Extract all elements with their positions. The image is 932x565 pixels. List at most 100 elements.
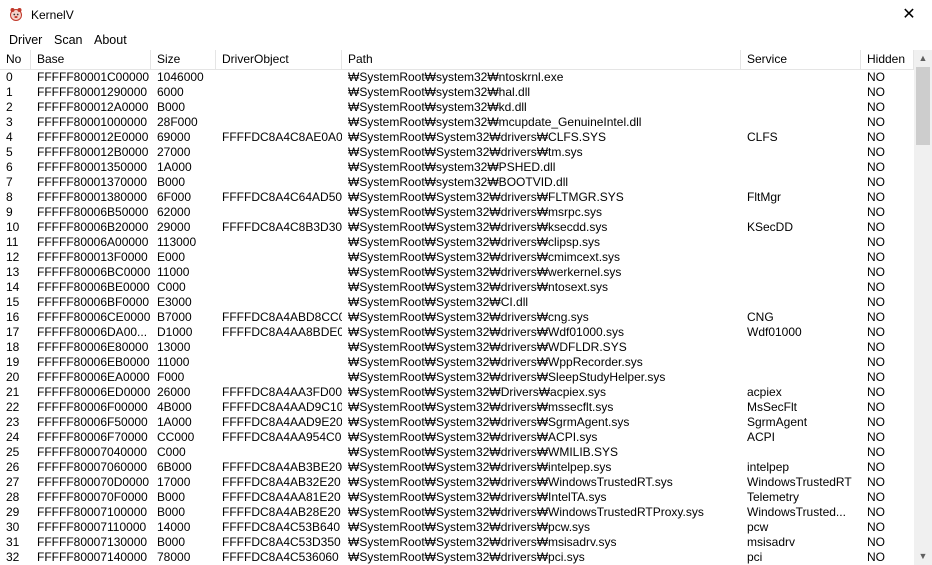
menu-driver[interactable]: Driver bbox=[9, 33, 42, 47]
column-header-size[interactable]: Size bbox=[151, 50, 216, 69]
cell-size: CC000 bbox=[157, 430, 195, 444]
cell-base: FFFFF80006DA00... bbox=[37, 325, 148, 339]
table-row[interactable]: 30 FFFFF80007110000 14000 FFFFDC8A4C53B640 ₩… bbox=[0, 520, 914, 535]
table-row[interactable]: 24 FFFFF80006F70000 CC000 FFFFDC8A4AA954C0 ₩… bbox=[0, 430, 914, 445]
cell-no: 11 bbox=[6, 235, 19, 249]
table-row[interactable]: 14 FFFFF80006BE0000 C000 ₩SystemRoot₩System… bbox=[0, 280, 914, 295]
cell-hidden: NO bbox=[867, 220, 885, 234]
cell-no: 1 bbox=[6, 85, 13, 99]
column-header-no[interactable]: No bbox=[0, 50, 31, 69]
cell-hidden: NO bbox=[867, 145, 885, 159]
table-row[interactable]: 7 FFFFF80001370000 B000 ₩SystemRoot₩system3… bbox=[0, 175, 914, 190]
cell-hidden: NO bbox=[867, 85, 885, 99]
scroll-up-icon[interactable]: ▲ bbox=[914, 50, 932, 67]
table-row[interactable]: 0 FFFFF80001C00000 1046000 ₩SystemRoot₩syst… bbox=[0, 70, 914, 85]
cell-size: B000 bbox=[157, 535, 186, 549]
cell-no: 17 bbox=[6, 325, 20, 339]
menu-scan[interactable]: Scan bbox=[54, 33, 83, 47]
vertical-scrollbar[interactable]: ▲ ▼ bbox=[914, 50, 932, 565]
table-row[interactable]: 21 FFFFF80006ED0000 26000 FFFFDC8A4AA3FD00 ₩… bbox=[0, 385, 914, 400]
cell-size: 26000 bbox=[157, 385, 191, 399]
cell-hidden: NO bbox=[867, 445, 885, 459]
cell-base: FFFFF80006B50000 bbox=[37, 205, 149, 219]
cell-path: ₩SystemRoot₩System32₩drivers₩tm.sys bbox=[348, 145, 583, 159]
cell-path: ₩SystemRoot₩System32₩drivers₩SgrmAgent.s… bbox=[348, 415, 630, 429]
cell-base: FFFFF80006CE0000 bbox=[37, 310, 151, 324]
table-row[interactable]: 12 FFFFF800013F0000 E000 ₩SystemRoot₩System… bbox=[0, 250, 914, 265]
table-row[interactable]: 2 FFFFF800012A0000 B000 ₩SystemRoot₩system3… bbox=[0, 100, 914, 115]
cell-no: 30 bbox=[6, 520, 20, 534]
table-row[interactable]: 9 FFFFF80006B50000 62000 ₩SystemRoot₩System… bbox=[0, 205, 914, 220]
cell-no: 13 bbox=[6, 265, 20, 279]
table-row[interactable]: 19 FFFFF80006EB0000 11000 ₩SystemRoot₩Syste… bbox=[0, 355, 914, 370]
table-row[interactable]: 22 FFFFF80006F00000 4B000 FFFFDC8A4AAD9C10 ₩… bbox=[0, 400, 914, 415]
cell-size: 6B000 bbox=[157, 460, 192, 474]
cell-base: FFFFF800013F0000 bbox=[37, 250, 148, 264]
cell-no: 12 bbox=[6, 250, 20, 264]
cell-no: 5 bbox=[6, 145, 13, 159]
table-row[interactable]: 3 FFFFF80001000000 28F000 ₩SystemRoot₩syste… bbox=[0, 115, 914, 130]
cell-driverobject: FFFFDC8A4AAD9C10 bbox=[222, 400, 342, 414]
driver-list[interactable]: No Base Size DriverObject Path Service H… bbox=[0, 50, 932, 565]
column-header-driverobject[interactable]: DriverObject bbox=[216, 50, 342, 69]
cell-hidden: NO bbox=[867, 550, 885, 564]
table-row[interactable]: 28 FFFFF800070F0000 B000 FFFFDC8A4AA81E20 ₩S… bbox=[0, 490, 914, 505]
menu-about[interactable]: About bbox=[94, 33, 127, 47]
cell-size: D1000 bbox=[157, 325, 193, 339]
column-header-base[interactable]: Base bbox=[31, 50, 151, 69]
table-row[interactable]: 27 FFFFF800070D0000 17000 FFFFDC8A4AB32E20 ₩… bbox=[0, 475, 914, 490]
cell-driverobject bbox=[216, 280, 342, 295]
cell-path: ₩SystemRoot₩System32₩drivers₩pci.sys bbox=[348, 550, 585, 564]
table-row[interactable]: 1 FFFFF80001290000 6000 ₩SystemRoot₩system3… bbox=[0, 85, 914, 100]
table-row[interactable]: 20 FFFFF80006EA0000 F000 ₩SystemRoot₩System… bbox=[0, 370, 914, 385]
cell-driverobject: FFFFDC8A4ABD8CC0 bbox=[222, 310, 342, 324]
cell-driverobject bbox=[216, 100, 342, 115]
table-row[interactable]: 15 FFFFF80006BF0000 E3000 ₩SystemRoot₩Syste… bbox=[0, 295, 914, 310]
cell-base: FFFFF80006BF0000 bbox=[37, 295, 150, 309]
list-header: No Base Size DriverObject Path Service H… bbox=[0, 50, 914, 70]
cell-path: ₩SystemRoot₩System32₩drivers₩mssecflt.sy… bbox=[348, 400, 614, 414]
cell-service bbox=[741, 250, 861, 265]
column-header-path[interactable]: Path bbox=[342, 50, 741, 69]
table-row[interactable]: 29 FFFFF80007100000 B000 FFFFDC8A4AB28E20 ₩S… bbox=[0, 505, 914, 520]
cell-driverobject bbox=[216, 265, 342, 280]
table-row[interactable]: 26 FFFFF80007060000 6B000 FFFFDC8A4AB3BE20 ₩… bbox=[0, 460, 914, 475]
cell-size: E000 bbox=[157, 250, 186, 264]
cell-hidden: NO bbox=[867, 370, 885, 384]
cell-base: FFFFF80006BC0000 bbox=[37, 265, 151, 279]
column-header-hidden[interactable]: Hidden bbox=[861, 50, 914, 69]
table-row[interactable]: 8 FFFFF80001380000 6F000 FFFFDC8A4C64AD50 ₩S… bbox=[0, 190, 914, 205]
cell-driverobject bbox=[216, 175, 342, 190]
cell-no: 2 bbox=[6, 100, 13, 114]
table-row[interactable]: 31 FFFFF80007130000 B000 FFFFDC8A4C53D350 ₩S… bbox=[0, 535, 914, 550]
scroll-down-icon[interactable]: ▼ bbox=[914, 548, 932, 565]
close-icon[interactable]: ✕ bbox=[886, 0, 932, 30]
cell-size: 13000 bbox=[157, 340, 191, 354]
cell-size: B000 bbox=[157, 505, 186, 519]
cell-driverobject bbox=[216, 85, 342, 100]
table-row[interactable]: 23 FFFFF80006F50000 1A000 FFFFDC8A4AAD9E20 ₩… bbox=[0, 415, 914, 430]
table-row[interactable]: 11 FFFFF80006A00000 113000 ₩SystemRoot₩Syst… bbox=[0, 235, 914, 250]
cell-no: 14 bbox=[6, 280, 20, 294]
cell-size: 1A000 bbox=[157, 160, 192, 174]
table-row[interactable]: 6 FFFFF80001350000 1A000 ₩SystemRoot₩system… bbox=[0, 160, 914, 175]
table-row[interactable]: 18 FFFFF80006E80000 13000 ₩SystemRoot₩Syste… bbox=[0, 340, 914, 355]
table-row[interactable]: 25 FFFFF80007040000 C000 ₩SystemRoot₩System… bbox=[0, 445, 914, 460]
table-row[interactable]: 32 FFFFF80007140000 78000 FFFFDC8A4C536060 ₩… bbox=[0, 550, 914, 565]
cell-service: pcw bbox=[747, 520, 769, 534]
table-row[interactable]: 10 FFFFF80006B20000 29000 FFFFDC8A4C8B3D30 ₩… bbox=[0, 220, 914, 235]
table-row[interactable]: 13 FFFFF80006BC0000 11000 ₩SystemRoot₩Syste… bbox=[0, 265, 914, 280]
column-header-service[interactable]: Service bbox=[741, 50, 861, 69]
table-row[interactable]: 5 FFFFF800012B0000 27000 ₩SystemRoot₩System… bbox=[0, 145, 914, 160]
cell-path: ₩SystemRoot₩system32₩ntoskrnl.exe bbox=[348, 70, 564, 84]
cell-service bbox=[741, 85, 861, 100]
cell-size: F000 bbox=[157, 370, 185, 384]
scroll-thumb[interactable] bbox=[916, 67, 930, 145]
table-row[interactable]: 4 FFFFF800012E0000 69000 FFFFDC8A4C8AE0A0 ₩S… bbox=[0, 130, 914, 145]
cell-service bbox=[741, 355, 861, 370]
cell-size: E3000 bbox=[157, 295, 192, 309]
table-row[interactable]: 16 FFFFF80006CE0000 B7000 FFFFDC8A4ABD8CC0 ₩… bbox=[0, 310, 914, 325]
table-row[interactable]: 17 FFFFF80006DA00... D1000 FFFFDC8A4AA8BDE0… bbox=[0, 325, 914, 340]
cell-no: 21 bbox=[6, 385, 20, 399]
cell-size: 28F000 bbox=[157, 115, 198, 129]
